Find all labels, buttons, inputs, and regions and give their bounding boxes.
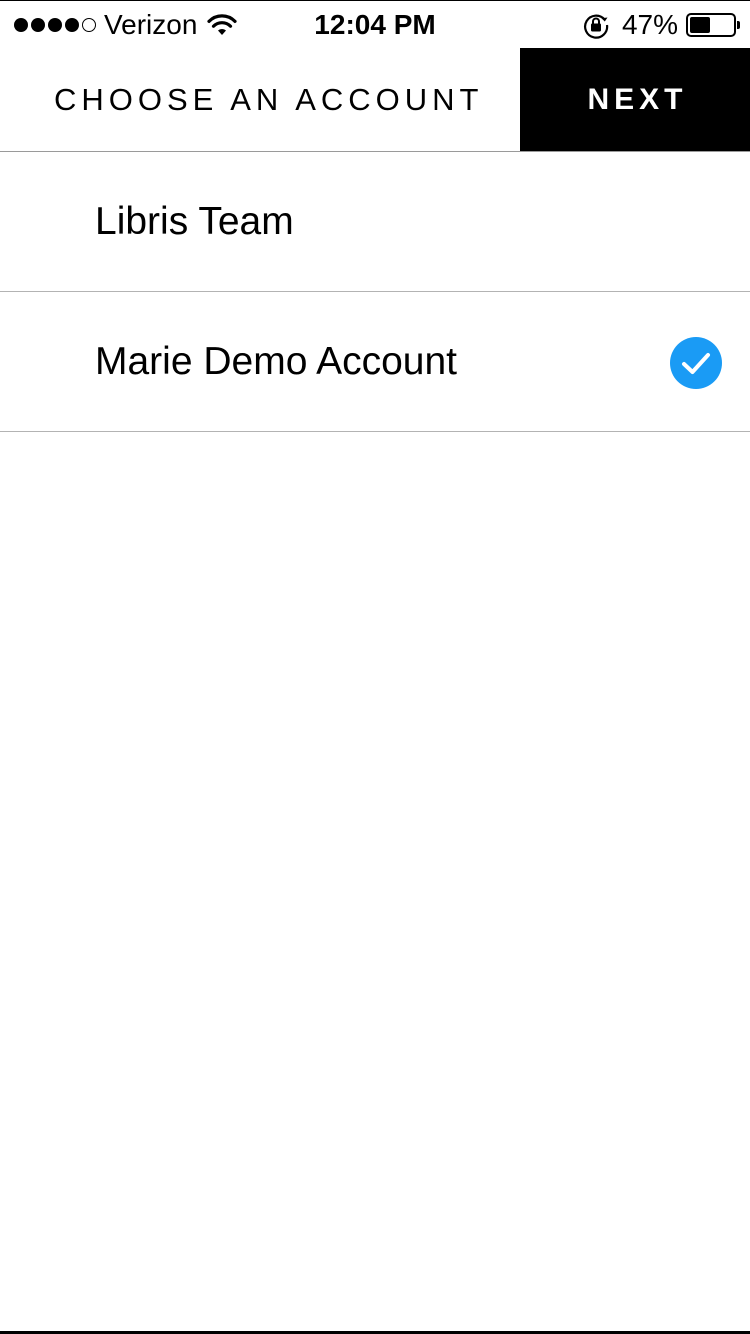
status-right: 47% (582, 9, 740, 41)
page-title: CHOOSE AN ACCOUNT (54, 82, 484, 117)
account-row-libris-team[interactable]: Libris Team (0, 152, 750, 292)
account-name: Libris Team (95, 200, 294, 243)
next-button[interactable]: NEXT (520, 48, 750, 151)
status-bar: Verizon 12:04 PM 47% (0, 0, 750, 48)
account-row-marie-demo-account[interactable]: Marie Demo Account (0, 292, 750, 432)
battery-percentage: 47% (621, 9, 678, 40)
navigation-header: CHOOSE AN ACCOUNT NEXT (0, 48, 750, 152)
account-list: Libris Team Marie Demo Account (0, 152, 750, 432)
checkmark-selected-icon (670, 337, 722, 389)
rotation-lock-icon (583, 14, 609, 39)
battery-nub (737, 21, 740, 29)
battery-icon (686, 13, 740, 37)
account-name: Marie Demo Account (95, 340, 457, 383)
battery-fill (690, 17, 710, 33)
